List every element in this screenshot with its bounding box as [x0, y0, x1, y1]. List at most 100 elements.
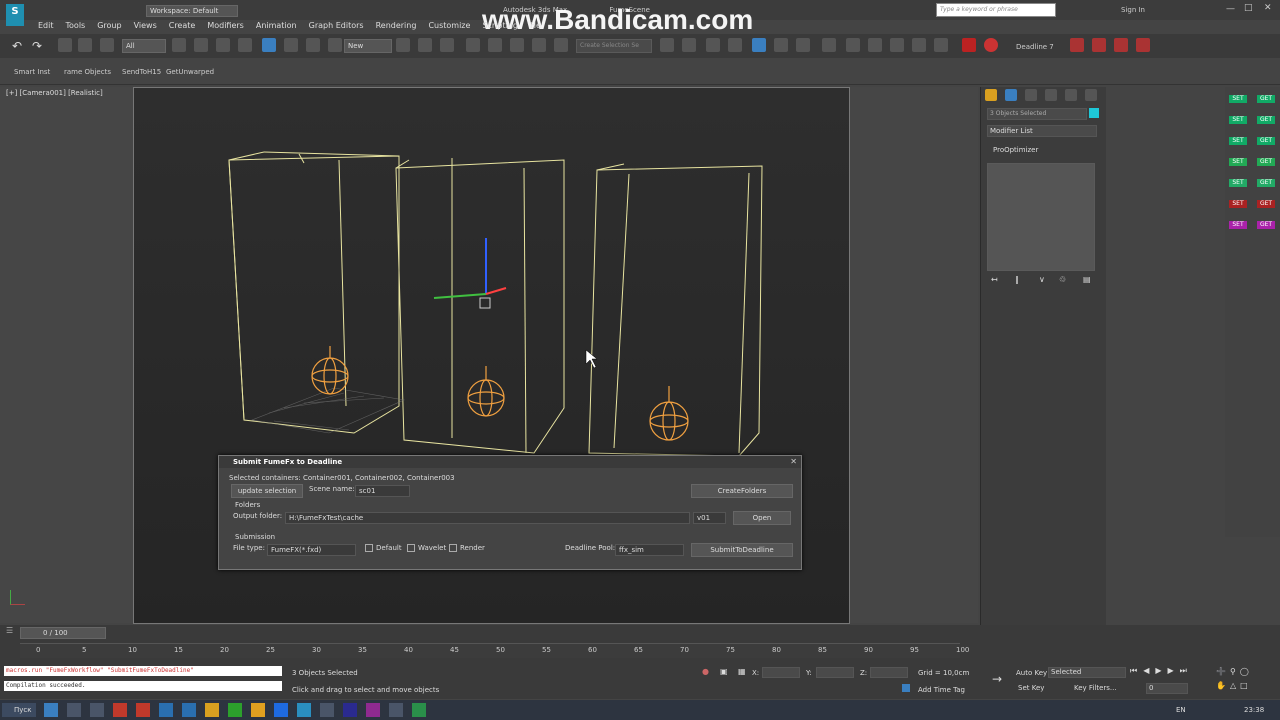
- app-logo-icon[interactable]: S: [6, 4, 24, 26]
- deadline-settings-icon[interactable]: [1136, 38, 1150, 52]
- restore-icon[interactable]: □: [1244, 3, 1253, 13]
- get-button[interactable]: GET: [1257, 179, 1275, 187]
- taskbar-app-icon[interactable]: [389, 703, 403, 717]
- ribbon-send-to-h15[interactable]: SendToH15: [122, 68, 161, 76]
- add-time-tag[interactable]: Add Time Tag: [918, 686, 965, 694]
- taskbar-app-icon[interactable]: [251, 703, 265, 717]
- menu-item[interactable]: Edit: [32, 20, 60, 32]
- set-button[interactable]: SET: [1229, 95, 1247, 103]
- set-key-button[interactable]: Set Key: [1018, 684, 1044, 692]
- search-input[interactable]: Type a keyword or phrase: [936, 3, 1056, 17]
- select-by-name-icon[interactable]: [194, 38, 208, 52]
- play-icon[interactable]: ▶: [1155, 666, 1167, 675]
- mirror-icon[interactable]: [660, 38, 674, 52]
- render-online-icon[interactable]: [934, 38, 948, 52]
- create-tab-icon[interactable]: [985, 89, 997, 101]
- set-button[interactable]: SET: [1229, 116, 1247, 124]
- minimize-icon[interactable]: —: [1226, 4, 1235, 14]
- go-to-end-icon[interactable]: ⏭: [1180, 666, 1193, 675]
- menu-item[interactable]: He: [524, 20, 547, 32]
- ribbon-get-unwarped[interactable]: GetUnwarped: [166, 68, 214, 76]
- isolate-icon[interactable]: ●: [702, 667, 709, 676]
- spinner-snap-icon[interactable]: [532, 38, 546, 52]
- color-swatch[interactable]: [1089, 108, 1099, 118]
- utilities-tab-icon[interactable]: [1085, 89, 1097, 101]
- set-button[interactable]: SET: [1229, 158, 1247, 166]
- transform-mode-icon[interactable]: ▦: [738, 667, 746, 676]
- timeline-options-icon[interactable]: ☰: [6, 626, 13, 635]
- taskbar-app-icon[interactable]: [159, 703, 173, 717]
- y-coord-field[interactable]: [816, 667, 854, 678]
- taskbar-app-icon[interactable]: [182, 703, 196, 717]
- dialog-close-icon[interactable]: ✕: [790, 457, 797, 466]
- rotate-icon[interactable]: [284, 38, 298, 52]
- deadline-jobs-icon[interactable]: [1114, 38, 1128, 52]
- viewport-label[interactable]: [+] [Camera001] [Realistic]: [6, 89, 103, 97]
- material-editor-icon[interactable]: [796, 38, 810, 52]
- menu-item[interactable]: Scripting: [476, 20, 524, 32]
- redo-icon[interactable]: ↷: [32, 39, 42, 53]
- select-object-icon[interactable]: [172, 38, 186, 52]
- update-selection-button[interactable]: update selection: [231, 484, 303, 498]
- current-frame-field[interactable]: 0: [1146, 683, 1188, 694]
- pin-stack-icon[interactable]: ↤: [991, 275, 998, 284]
- get-button[interactable]: GET: [1257, 95, 1275, 103]
- menu-item[interactable]: Customize: [422, 20, 476, 32]
- next-frame-icon[interactable]: ▶: [1168, 666, 1180, 675]
- taskbar-app-icon[interactable]: [297, 703, 311, 717]
- render-icon[interactable]: [868, 38, 882, 52]
- link-icon[interactable]: [58, 38, 72, 52]
- fov-icon[interactable]: △: [1230, 681, 1240, 690]
- curve-editor-icon[interactable]: [752, 38, 766, 52]
- scene-name-input[interactable]: sc01: [355, 485, 410, 497]
- taskbar-app-icon[interactable]: [90, 703, 104, 717]
- file-type-dropdown[interactable]: FumeFX(*.fxd): [267, 544, 356, 556]
- output-folder-input[interactable]: H:\FumeFxTest\cache: [285, 512, 690, 524]
- zoom-icon[interactable]: ➕: [1216, 667, 1230, 676]
- pan-icon[interactable]: ✋: [1216, 681, 1230, 690]
- display-tab-icon[interactable]: [1065, 89, 1077, 101]
- ribbon-rame-objects[interactable]: rame Objects: [64, 68, 111, 76]
- language-indicator[interactable]: EN: [1176, 706, 1186, 714]
- timeline-ruler[interactable]: 0 5 10 15 20 25 30 35 40 45 50 55 60 65 70 75 80 85 90 95 10…: [20, 643, 969, 658]
- bind-icon[interactable]: [100, 38, 114, 52]
- z-coord-field[interactable]: [870, 667, 908, 678]
- selected-dropdown[interactable]: Selected: [1048, 667, 1126, 678]
- taskbar-app-icon[interactable]: [366, 703, 380, 717]
- time-slider[interactable]: 0 / 100: [20, 627, 106, 639]
- reference-coord-icon[interactable]: [328, 38, 342, 52]
- menu-item[interactable]: Animation: [250, 20, 303, 32]
- layer-icon[interactable]: [706, 38, 720, 52]
- get-button[interactable]: GET: [1257, 200, 1275, 208]
- play-record-icon[interactable]: [984, 38, 998, 52]
- menu-item[interactable]: Tools: [60, 20, 92, 32]
- percent-snap-icon[interactable]: [510, 38, 524, 52]
- select-manipulate-icon[interactable]: [418, 38, 432, 52]
- keyboard-shortcut-icon[interactable]: [440, 38, 454, 52]
- go-to-start-icon[interactable]: ⏮: [1130, 666, 1143, 675]
- menu-item[interactable]: Group: [91, 20, 127, 32]
- clock[interactable]: 23:38: [1244, 706, 1264, 714]
- menu-item[interactable]: Create: [163, 20, 202, 32]
- window-crossing-icon[interactable]: [238, 38, 252, 52]
- named-set-dropdown[interactable]: New: [344, 39, 392, 53]
- default-checkbox[interactable]: Default: [365, 544, 402, 552]
- snaps-icon[interactable]: [466, 38, 480, 52]
- taskbar-app-icon[interactable]: [320, 703, 334, 717]
- taskbar-app-icon[interactable]: [228, 703, 242, 717]
- scale-icon[interactable]: [306, 38, 320, 52]
- workspace-dropdown[interactable]: Workspace: Default: [146, 5, 238, 17]
- remove-modifier-icon[interactable]: ♲: [1059, 275, 1066, 284]
- get-button[interactable]: GET: [1257, 221, 1275, 229]
- pivot-icon[interactable]: [396, 38, 410, 52]
- objects-selected-field[interactable]: 3 Objects Selected: [987, 108, 1087, 120]
- sign-in-link[interactable]: Sign In: [1121, 6, 1145, 14]
- key-filters-button[interactable]: Key Filters...: [1074, 684, 1117, 692]
- taskbar-app-icon[interactable]: [412, 703, 426, 717]
- start-button[interactable]: Пуск: [2, 703, 36, 717]
- render-setup-icon[interactable]: [822, 38, 836, 52]
- wavelet-checkbox[interactable]: Wavelet: [407, 544, 446, 552]
- taskbar-app-icon[interactable]: [136, 703, 150, 717]
- ribbon-smart-inst[interactable]: Smart Inst: [14, 68, 50, 76]
- taskbar-app-icon[interactable]: [44, 703, 58, 717]
